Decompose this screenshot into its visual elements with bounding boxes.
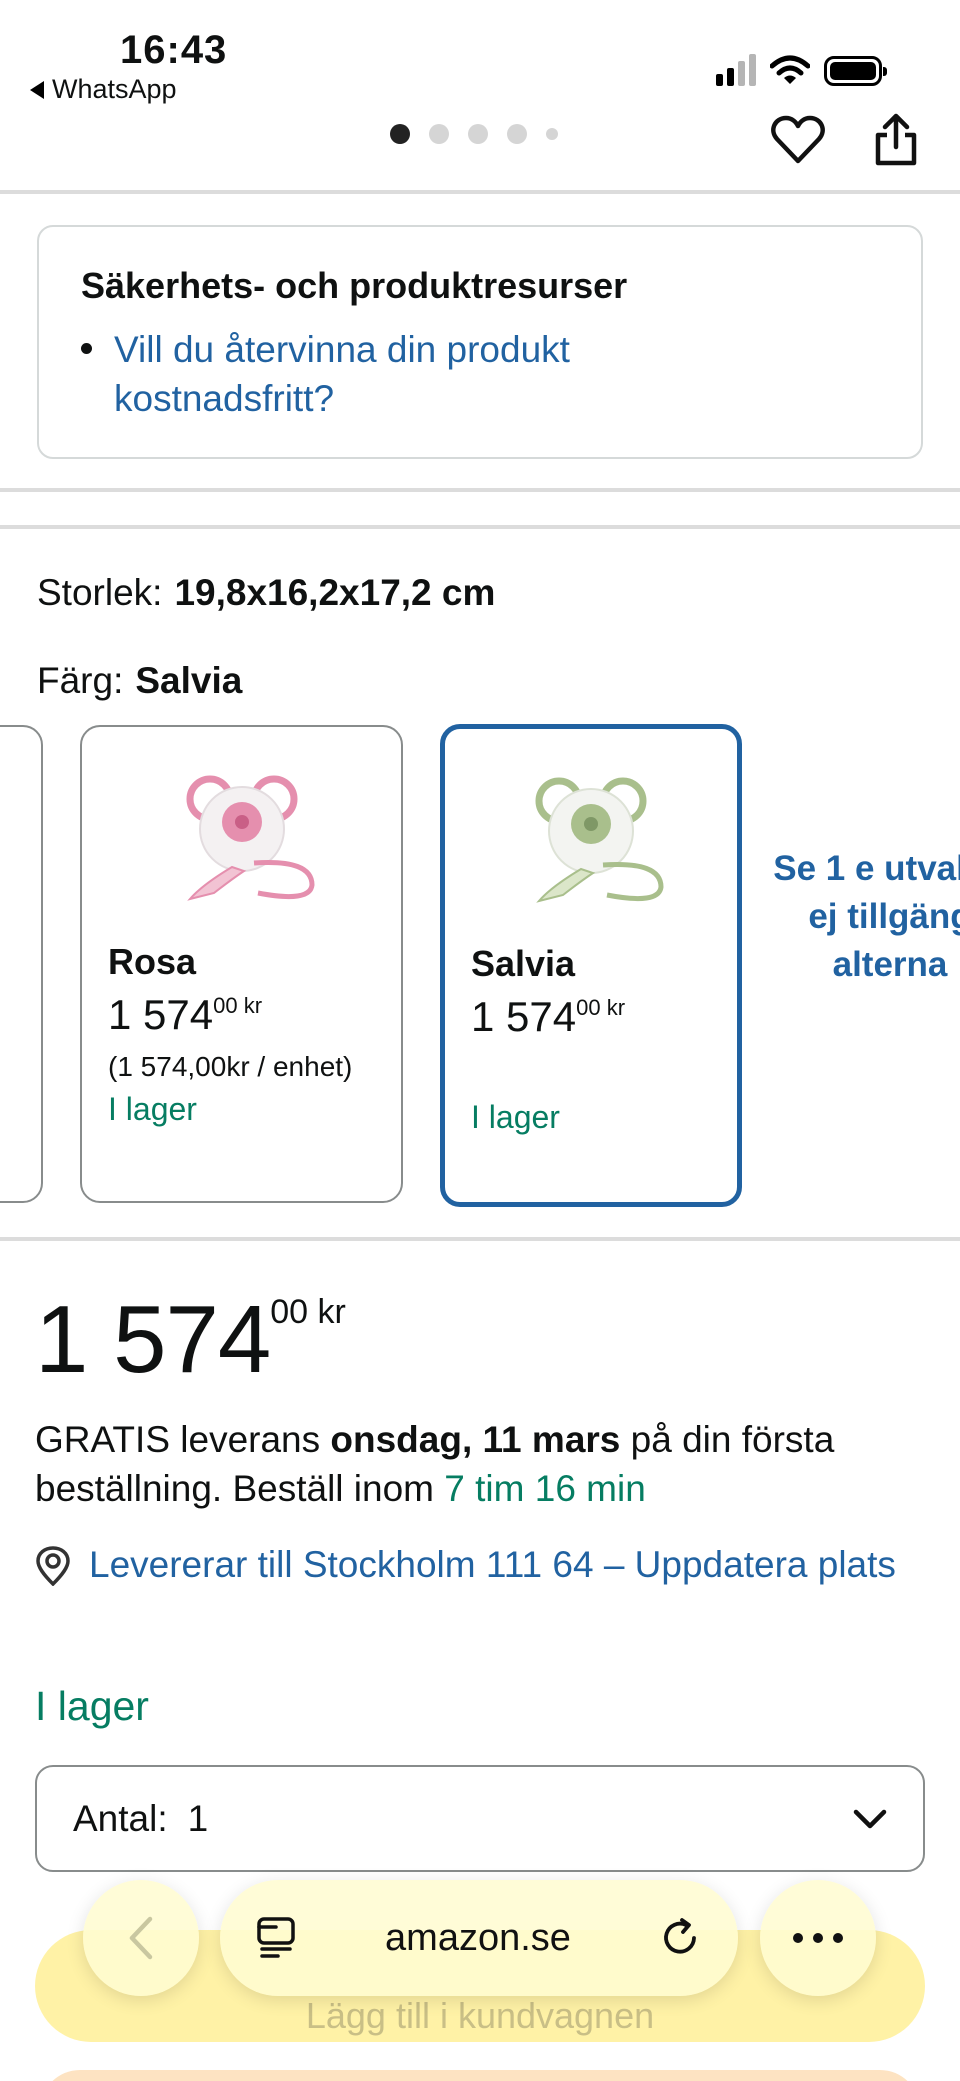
status-time: 16:43 [120, 28, 228, 72]
battery-icon [824, 56, 887, 86]
carousel-dot[interactable] [546, 128, 558, 140]
size-attribute: Storlek: 19,8x16,2x17,2 cm [37, 572, 495, 614]
delivery-date: onsdag, 11 mars [330, 1419, 621, 1460]
color-value: Salvia [135, 660, 243, 701]
resources-title: Säkerhets- och produktresurser [81, 265, 628, 306]
share-icon [875, 113, 917, 166]
more-icon [793, 1933, 843, 1943]
more-options-button[interactable] [760, 1880, 876, 1996]
variation-card-previous[interactable] [0, 725, 43, 1203]
resources-list: Vill du återvinna din produkt kostnadsfr… [81, 325, 879, 423]
carousel-dot[interactable] [429, 124, 449, 144]
size-label: Storlek: [37, 572, 163, 613]
color-attribute: Färg: Salvia [37, 660, 242, 702]
system-icons [716, 52, 887, 86]
wifi-icon [770, 55, 810, 84]
back-app-label: WhatsApp [52, 74, 177, 104]
browser-toolbar: amazon.se [0, 1880, 960, 2010]
delivery-countdown: 7 tim 16 min [444, 1468, 646, 1509]
divider [0, 525, 960, 529]
image-carousel-dots [390, 124, 558, 144]
quantity-select[interactable]: Antal: 1 [35, 1765, 925, 1872]
delivery-location: Levererar till Stockholm 111 64 – Uppdat… [35, 1540, 929, 1589]
update-location-link[interactable]: Levererar till Stockholm 111 64 – Uppdat… [89, 1540, 929, 1589]
back-to-app-link[interactable]: WhatsApp [30, 74, 177, 105]
quantity-label: Antal: [73, 1797, 168, 1839]
delivery-message: GRATIS leverans onsdag, 11 mars på din f… [35, 1419, 835, 1509]
carousel-dot[interactable] [390, 124, 410, 144]
variation-unit-price: (1 574,00kr / enhet) [108, 1051, 353, 1082]
location-pin-icon [36, 1546, 70, 1586]
browser-back-button[interactable] [83, 1880, 199, 1996]
reload-icon[interactable] [660, 1917, 702, 1959]
back-triangle-icon [30, 80, 44, 99]
wishlist-button[interactable] [768, 110, 828, 170]
carousel-dot[interactable] [468, 124, 488, 144]
back-chevron-icon [129, 1916, 153, 1960]
variation-name: Salvia [471, 943, 576, 984]
chevron-down-icon [853, 1809, 887, 1828]
product-price: 1 57400 kr [35, 1286, 346, 1393]
tabs-icon[interactable] [256, 1916, 296, 1960]
variation-availability: I lager [471, 1099, 560, 1135]
heart-icon [771, 115, 825, 164]
product-thumbnail-salvia [535, 777, 664, 903]
see-unavailable-options-link[interactable]: Se 1 e utvalda ej tillgäng alterna [770, 845, 960, 989]
status-bar: 16:43 WhatsApp [0, 0, 960, 110]
product-thumbnail-rosa [186, 775, 315, 901]
quantity-value: 1 [187, 1797, 209, 1839]
buy-now-button[interactable] [40, 2070, 920, 2081]
carousel-dot[interactable] [507, 124, 527, 144]
variation-card-rosa[interactable]: Rosa 1 57400 kr (1 574,00kr / enhet) I l… [80, 725, 403, 1203]
address-bar[interactable]: amazon.se [220, 1880, 738, 1996]
recycle-product-link[interactable]: Vill du återvinna din produkt kostnadsfr… [114, 325, 674, 423]
divider [0, 488, 960, 492]
variation-availability: I lager [108, 1091, 197, 1127]
variation-price: 1 57400 kr [108, 991, 263, 1038]
divider [0, 1237, 960, 1241]
signal-icon [716, 52, 756, 86]
color-label: Färg: [37, 660, 124, 701]
variation-name: Rosa [108, 941, 197, 982]
variation-card-salvia[interactable]: Salvia 1 57400 kr I lager [440, 724, 742, 1207]
availability-status: I lager [35, 1683, 149, 1729]
divider [0, 190, 960, 194]
bullet [81, 343, 92, 354]
product-resources-box: Säkerhets- och produktresurser Vill du å… [37, 225, 923, 459]
size-value: 19,8x16,2x17,2 cm [174, 572, 496, 613]
url-text: amazon.se [385, 1916, 571, 1959]
quantity-display: Antal: 1 [73, 1798, 208, 1840]
share-button[interactable] [866, 110, 926, 170]
variation-price: 1 57400 kr [471, 993, 626, 1040]
